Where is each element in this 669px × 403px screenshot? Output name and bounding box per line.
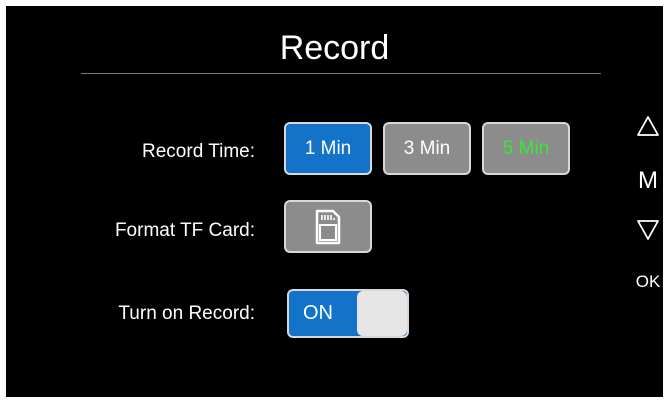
record-toggle[interactable]: ON: [287, 289, 409, 338]
toggle-knob: [357, 291, 407, 336]
page-title: Record: [279, 29, 390, 67]
up-button[interactable]: [628, 114, 668, 144]
triangle-up-icon: [637, 116, 659, 136]
format-tf-card-button[interactable]: [284, 200, 372, 253]
record-time-label: Record Time:: [142, 141, 255, 162]
record-time-3min-button[interactable]: 3 Min: [383, 122, 471, 175]
triangle-down-icon: [637, 220, 659, 240]
down-button[interactable]: [628, 218, 668, 248]
title-divider: [81, 73, 601, 74]
toggle-state-label: ON: [303, 302, 333, 324]
sd-card-icon: [315, 209, 341, 244]
format-tf-card-label: Format TF Card:: [114, 220, 255, 241]
record-time-1min-button[interactable]: 1 Min: [284, 122, 372, 175]
ok-button[interactable]: OK: [628, 270, 668, 294]
turn-on-record-label: Turn on Record:: [118, 303, 255, 324]
mode-button[interactable]: M: [628, 166, 668, 196]
record-time-5min-button[interactable]: 5 Min: [482, 122, 570, 175]
